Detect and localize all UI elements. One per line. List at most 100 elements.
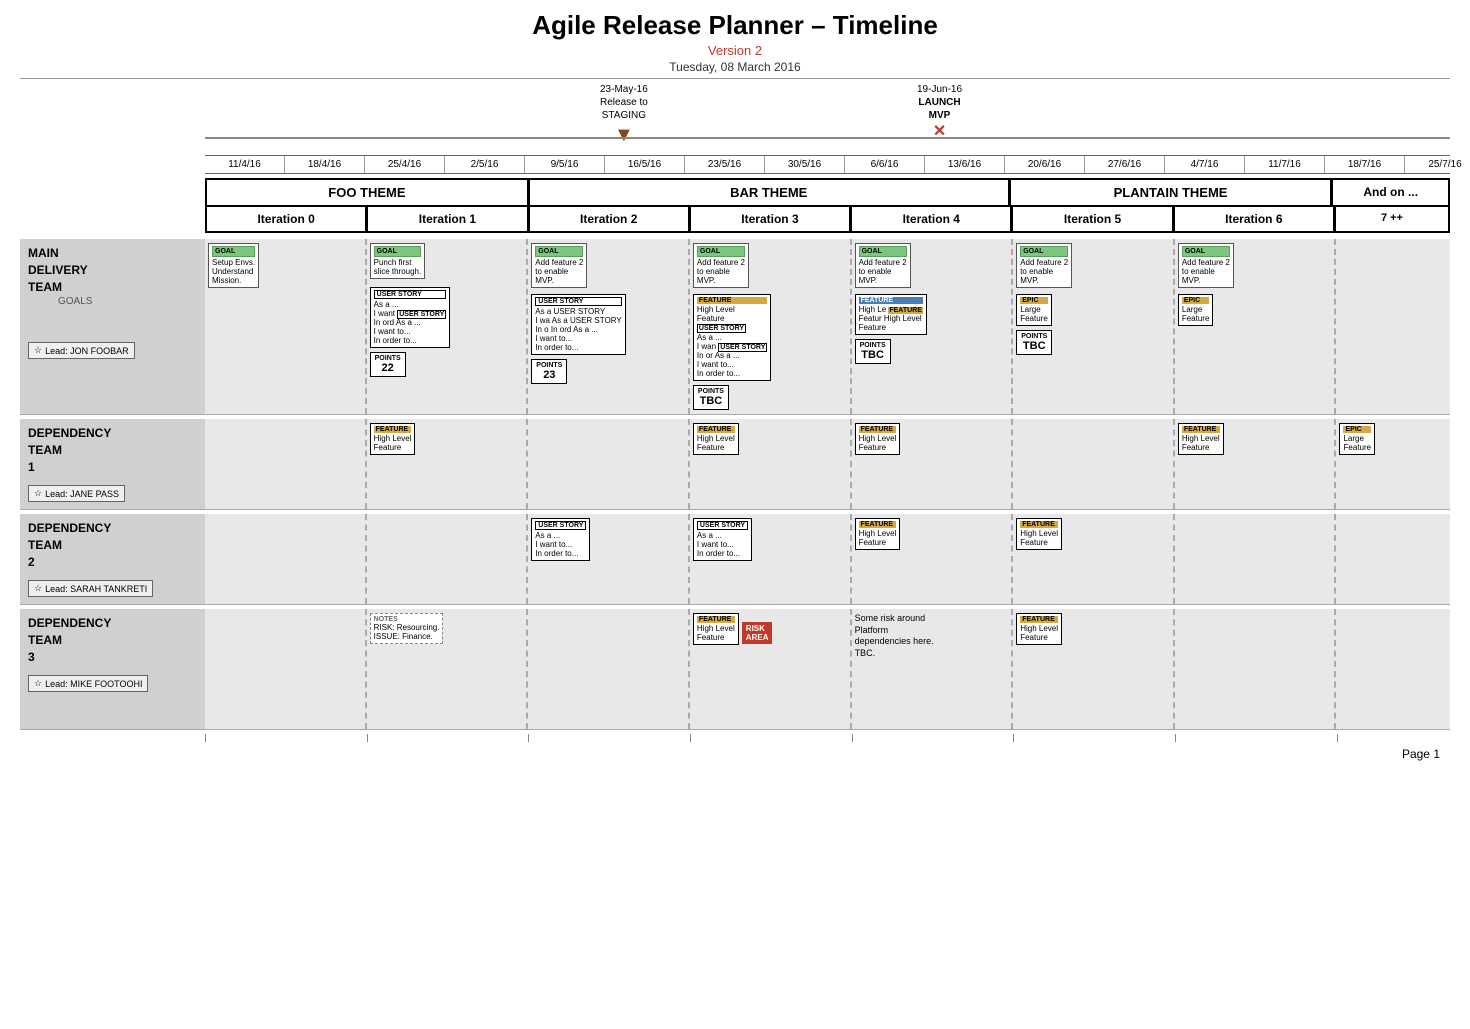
- main-iter0-col: GOAL Setup Envs.UnderstandMission.: [205, 239, 367, 414]
- goals-label: GOALS: [58, 296, 92, 307]
- dep2-label-col: DEPENDENCYTEAM2 ☆ Lead: SARAH TANKRETI: [20, 514, 205, 604]
- iter-0: Iteration 0: [207, 207, 368, 231]
- main-iter1-points: POINTS 22: [370, 352, 406, 377]
- epic-label-6: EPIC: [1182, 297, 1210, 304]
- dep2-feat-label-5: FEATURE: [1020, 521, 1058, 528]
- pts-value-1: 22: [375, 362, 401, 374]
- theme-foo: FOO THEME: [207, 180, 530, 205]
- pts-label-5: POINTS: [1021, 333, 1047, 340]
- goal-label-4: GOAL: [859, 246, 907, 257]
- dep3-team-title: DEPENDENCYTEAM3: [28, 615, 197, 665]
- date-12: 4/7/16: [1165, 156, 1245, 173]
- main-iter2-story1: USER STORY As a USER STORYI wa As a USER…: [531, 294, 625, 355]
- dep1-iter6: FEATURE High LevelFeature: [1175, 419, 1337, 509]
- btick-5: [1013, 734, 1175, 742]
- dep1-iter7: EPIC LargeFeature: [1336, 419, 1450, 509]
- pts-value-2: 23: [536, 369, 562, 381]
- dep3-content-cols: NOTES RISK: Resourcing.ISSUE: Finance. F…: [205, 609, 1450, 729]
- us-label-1: USER STORY: [374, 290, 447, 299]
- dep2-iter3: USER STORY As a ...I want to...In order …: [690, 514, 852, 604]
- main-iter5-col: GOAL Add feature 2to enableMVP. EPIC Lar…: [1013, 239, 1175, 414]
- iteration-row: Iteration 0 Iteration 1 Iteration 2 Iter…: [205, 207, 1450, 233]
- main-team-title: MAINDELIVERYTEAM: [28, 245, 197, 295]
- main-iter6-col: GOAL Add feature 2to enableMVP. EPIC Lar…: [1175, 239, 1337, 414]
- pts-label-4: POINTS: [860, 342, 886, 349]
- section-dep3: DEPENDENCYTEAM3 ☆ Lead: MIKE FOOTOOHI NO…: [20, 609, 1450, 730]
- main-iter2-stories: USER STORY As a USER STORYI wa As a USER…: [531, 294, 685, 355]
- dep1-iter1-feat: FEATURE High LevelFeature: [370, 423, 416, 455]
- date-11: 27/6/16: [1085, 156, 1165, 173]
- dep3-lead-badge: ☆ Lead: MIKE FOOTOOHI: [28, 675, 148, 692]
- iter-2: Iteration 2: [530, 207, 691, 231]
- date-3: 2/5/16: [445, 156, 525, 173]
- dep2-iter4-feat: FEATURE High LevelFeature: [855, 518, 901, 550]
- dep1-iter5: [1013, 419, 1175, 509]
- dep2-lead-icon: ☆: [34, 583, 42, 594]
- dep3-iter4-note: Some risk aroundPlatformdependencies her…: [855, 613, 1009, 660]
- iter-3: Iteration 3: [691, 207, 852, 231]
- dep2-iter1: [367, 514, 529, 604]
- main-iter3-col: GOAL Add feature 2to enableMVP. FEATURE …: [690, 239, 852, 414]
- main-iter2-points: POINTS 23: [531, 359, 567, 384]
- dep2-iter5: FEATURE High LevelFeature: [1013, 514, 1175, 604]
- dep1-feat-label-4: FEATURE: [859, 426, 897, 433]
- dep1-iter3-feat: FEATURE High LevelFeature: [693, 423, 739, 455]
- main-iter1-stories: USER STORY As a ...I want USER STORYIn o…: [370, 287, 524, 348]
- us-label-2a: USER STORY: [535, 297, 621, 306]
- btick-4: [852, 734, 1014, 742]
- dep1-lead-badge: ☆ Lead: JANE PASS: [28, 485, 125, 502]
- bottom-tick-row: [205, 734, 1450, 742]
- goal-label-5: GOAL: [1020, 246, 1068, 257]
- dep1-iter0: [205, 419, 367, 509]
- btick-6: [1175, 734, 1337, 742]
- feat-label-3: FEATURE: [697, 297, 767, 304]
- dep1-feat-label-1: FEATURE: [374, 426, 412, 433]
- dep3-iter3-feat: FEATURE High LevelFeature: [693, 613, 739, 645]
- staging-date: 23-May-16: [600, 84, 648, 95]
- goal-label-6: GOAL: [1182, 246, 1230, 257]
- dep2-iter5-feat: FEATURE High LevelFeature: [1016, 518, 1062, 550]
- main-lead-icon: ☆: [34, 345, 42, 356]
- section-dep2: DEPENDENCYTEAM2 ☆ Lead: SARAH TANKRETI U…: [20, 514, 1450, 605]
- feat-label-4a: FEATURE: [859, 297, 923, 304]
- dep2-iter3-us: USER STORY As a ...I want to...In order …: [693, 518, 752, 561]
- dep2-lead-name: Lead: SARAH TANKRETI: [45, 584, 147, 594]
- date-2: 25/4/16: [365, 156, 445, 173]
- date-7: 30/5/16: [765, 156, 845, 173]
- main-iter5-points: POINTS TBC: [1016, 330, 1052, 355]
- dep1-iter7-epic: EPIC LargeFeature: [1339, 423, 1375, 455]
- dep2-iter2: USER STORY As a ...I want to...In order …: [528, 514, 690, 604]
- launch-line1: LAUNCH: [918, 97, 960, 108]
- date-ruler-container: 11/4/16 18/4/16 25/4/16 2/5/16 9/5/16 16…: [205, 155, 1450, 174]
- dep1-iter1: FEATURE High LevelFeature: [367, 419, 529, 509]
- milestones-area: 23-May-16 Release to STAGING ▼ 19-Jun-16…: [205, 83, 1450, 155]
- dep2-iter7: [1336, 514, 1450, 604]
- dep1-iter6-feat: FEATURE High LevelFeature: [1178, 423, 1224, 455]
- launch-line2: MVP: [929, 110, 951, 121]
- dep2-feat-label-4: FEATURE: [859, 521, 897, 528]
- main-iter5-goal: GOAL Add feature 2to enableMVP.: [1016, 243, 1072, 288]
- dep3-iter5-feat: FEATURE High LevelFeature: [1016, 613, 1062, 645]
- dep1-epic-label-7: EPIC: [1343, 426, 1371, 433]
- main-iter4-col: GOAL Add feature 2to enableMVP. FEATURE …: [852, 239, 1014, 414]
- main-iter4-goal: GOAL Add feature 2to enableMVP.: [855, 243, 911, 288]
- main-iter5-epic: EPIC LargeFeature: [1016, 294, 1170, 326]
- date-13: 11/7/16: [1245, 156, 1325, 173]
- dep1-content-cols: FEATURE High LevelFeature FEATURE High L…: [205, 419, 1450, 509]
- iter-4: Iteration 4: [852, 207, 1013, 231]
- staging-line1: Release to: [600, 97, 648, 108]
- staging-arrow: ▼: [614, 124, 634, 146]
- dep3-feat-label-5: FEATURE: [1020, 616, 1058, 623]
- dep2-iter0: [205, 514, 367, 604]
- goal-label-1: GOAL: [374, 246, 422, 257]
- dep3-label-col: DEPENDENCYTEAM3 ☆ Lead: MIKE FOOTOOHI: [20, 609, 205, 729]
- iter-7: 7 ++: [1336, 207, 1448, 231]
- iter-1: Iteration 1: [368, 207, 529, 231]
- theme-row: FOO THEME BAR THEME PLANTAIN THEME And o…: [205, 178, 1450, 207]
- main-iter3-feature: FEATURE High LevelFeature USER STORY As …: [693, 294, 847, 381]
- section-dep1: DEPENDENCYTEAM1 ☆ Lead: JANE PASS FEATUR…: [20, 419, 1450, 510]
- main-iter6-epic1: EPIC LargeFeature: [1178, 294, 1214, 326]
- date-5: 16/5/16: [605, 156, 685, 173]
- date-8: 6/6/16: [845, 156, 925, 173]
- pts-value-4: TBC: [860, 349, 886, 361]
